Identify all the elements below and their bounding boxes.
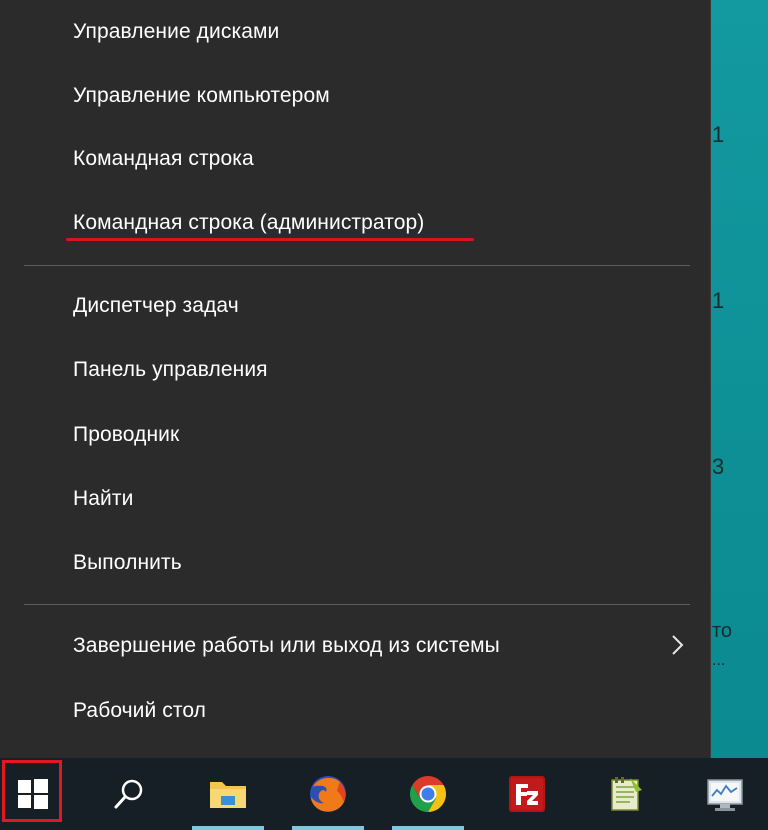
power-user-menu: Управление дисками Управление компьютеро… xyxy=(0,0,711,758)
desktop-text-fragment: то xyxy=(712,620,733,642)
active-app-indicator xyxy=(392,826,464,830)
menu-item-command-prompt[interactable]: Командная строка xyxy=(0,127,710,191)
menu-item-label: Завершение работы или выход из системы xyxy=(73,634,500,657)
menu-item-label: Командная строка xyxy=(73,147,254,170)
menu-item-file-explorer[interactable]: Проводник xyxy=(0,403,710,467)
notepad-plus-icon xyxy=(611,777,642,811)
menu-item-label: Управление компьютером xyxy=(73,84,330,107)
taskbar-chrome[interactable] xyxy=(392,758,464,830)
taskbar-filezilla[interactable] xyxy=(492,758,562,830)
menu-item-label: Найти xyxy=(73,487,134,510)
menu-item-label: Рабочий стол xyxy=(73,699,207,722)
menu-item-label: Управление дисками xyxy=(73,20,280,43)
menu-item-label: Панель управления xyxy=(73,358,268,381)
menu-item-label: Диспетчер задач xyxy=(73,294,239,317)
start-button-highlight xyxy=(2,760,62,822)
menu-item-label: Командная строка (администратор) xyxy=(73,211,425,234)
active-app-indicator xyxy=(192,826,264,830)
menu-item-label: Выполнить xyxy=(73,551,182,574)
menu-item-task-manager[interactable]: Диспетчер задач xyxy=(0,274,710,338)
menu-item-disk-management[interactable]: Управление дисками xyxy=(0,0,710,64)
menu-item-shutdown-or-sign-out[interactable]: Завершение работы или выход из системы xyxy=(0,614,710,678)
chevron-right-icon xyxy=(672,635,684,655)
desktop-text-fragment: 1 xyxy=(712,122,725,147)
taskbar-firefox[interactable] xyxy=(292,758,364,830)
menu-item-command-prompt-admin[interactable]: Командная строка (администратор) xyxy=(0,191,710,255)
menu-item-desktop[interactable]: Рабочий стол xyxy=(0,679,710,743)
menu-item-label: Проводник xyxy=(73,423,180,446)
desktop-text-fragment: 3 xyxy=(712,454,725,479)
desktop-text-fragment: ... xyxy=(712,652,726,669)
active-app-indicator xyxy=(292,826,364,830)
menu-item-run[interactable]: Выполнить xyxy=(0,531,710,595)
taskbar-notepad-plus[interactable] xyxy=(590,758,662,830)
menu-item-computer-management[interactable]: Управление компьютером xyxy=(0,64,710,128)
menu-item-control-panel[interactable]: Панель управления xyxy=(0,338,710,402)
highlight-underline xyxy=(66,238,474,241)
chrome-icon xyxy=(409,776,447,812)
resource-monitor-icon xyxy=(707,779,743,811)
firefox-icon xyxy=(310,776,346,812)
menu-separator xyxy=(24,265,690,266)
taskbar-resource-monitor[interactable] xyxy=(690,758,760,830)
search-icon xyxy=(114,779,143,809)
filezilla-icon xyxy=(509,776,545,812)
menu-separator xyxy=(24,604,690,605)
desktop-text-fragment: 1 xyxy=(712,288,725,313)
menu-item-search[interactable]: Найти xyxy=(0,467,710,531)
start-button[interactable] xyxy=(0,758,66,830)
file-explorer-icon xyxy=(210,782,246,808)
taskbar-search-button[interactable] xyxy=(96,758,162,830)
taskbar-file-explorer[interactable] xyxy=(192,758,264,830)
taskbar xyxy=(0,758,768,830)
